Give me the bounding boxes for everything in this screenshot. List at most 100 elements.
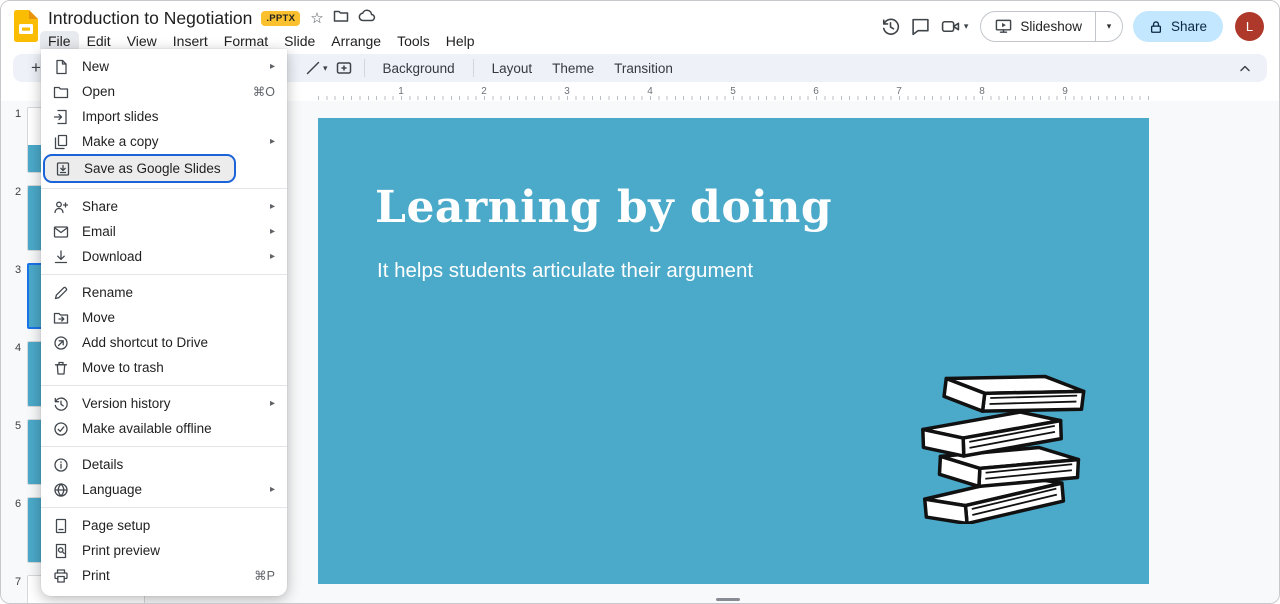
insert-placeholder-icon[interactable] [332,56,356,80]
trash-icon [52,359,70,376]
slideshow-label: Slideshow [1020,19,1082,34]
slide-number: 1 [1,107,27,173]
submenu-arrow-icon: ▸ [270,398,275,409]
menu-item-new[interactable]: New ▸ [41,54,287,79]
transition-button[interactable]: Transition [604,58,683,79]
menu-item-move[interactable]: Move [41,305,287,330]
slide-title-textbox[interactable]: Learning by doing [375,182,832,233]
new-document-icon [52,58,70,75]
share-person-icon [52,198,70,215]
menu-item-print-preview[interactable]: Print preview [41,538,287,563]
language-globe-icon [52,481,70,498]
slide-number: 3 [1,263,27,329]
toolbar-separator [364,59,365,77]
menu-item-import-slides[interactable]: Import slides [41,104,287,129]
offline-check-icon [52,420,70,437]
open-folder-icon [52,83,70,100]
menu-item-language[interactable]: Language ▸ [41,477,287,502]
cloud-status-icon[interactable] [358,7,376,30]
document-title[interactable]: Introduction to Negotiation [48,8,252,29]
menu-item-details[interactable]: Details [41,452,287,477]
move-folder-icon[interactable] [333,8,349,29]
import-slides-icon [52,108,70,125]
file-menu-group-6: Page setup Print preview Print ⌘P [41,507,287,593]
ruler-number: 4 [647,86,653,97]
app-header: Introduction to Negotiation .PPTX ☆ File… [1,1,1279,51]
submenu-arrow-icon: ▸ [270,136,275,147]
pptx-badge: .PPTX [261,11,300,26]
line-tool-caret-icon[interactable]: ▾ [323,63,328,74]
layout-button[interactable]: Layout [482,58,543,79]
ruler-number: 9 [1062,86,1068,97]
line-tool-icon[interactable] [301,56,325,80]
save-as-google-slides-icon [54,160,72,177]
menu-item-email[interactable]: Email ▸ [41,219,287,244]
background-button[interactable]: Background [373,58,465,79]
menu-item-rename[interactable]: Rename [41,280,287,305]
menu-item-make-a-copy[interactable]: Make a copy ▸ [41,129,287,154]
slideshow-caret-icon[interactable]: ▾ [1095,12,1122,41]
menu-item-download[interactable]: Download ▸ [41,244,287,269]
menu-item-move-to-trash[interactable]: Move to trash [41,355,287,380]
submenu-arrow-icon: ▸ [270,484,275,495]
slide-number: 2 [1,185,27,251]
google-slides-app: Introduction to Negotiation .PPTX ☆ File… [0,0,1280,604]
slide-subtitle-textbox[interactable]: It helps students articulate their argum… [377,259,753,283]
share-label: Share [1171,19,1207,34]
version-history-icon[interactable] [876,12,906,42]
file-menu-dropdown: New ▸ Open ⌘O Import slides Make a copy … [41,49,287,596]
print-preview-icon [52,542,70,559]
ruler-number: 6 [813,86,819,97]
toolbar-separator [473,59,474,77]
email-icon [52,223,70,240]
meet-camera-icon[interactable] [936,12,966,42]
shortcut-label: ⌘O [253,84,275,99]
ruler-number: 7 [896,86,902,97]
menu-item-version-history[interactable]: Version history ▸ [41,391,287,416]
menu-item-print[interactable]: Print ⌘P [41,563,287,588]
menu-item-make-available-offline[interactable]: Make available offline [41,416,287,441]
menu-item-save-as-google-slides[interactable]: Save as Google Slides [43,154,236,183]
menu-item-add-shortcut-to-drive[interactable]: Add shortcut to Drive [41,330,287,355]
menu-item-share[interactable]: Share ▸ [41,194,287,219]
rename-pencil-icon [52,284,70,301]
menu-tools[interactable]: Tools [389,31,438,52]
slideshow-button[interactable]: Slideshow [981,12,1095,41]
account-avatar[interactable]: L [1235,12,1264,41]
slides-logo[interactable] [14,10,38,47]
submenu-arrow-icon: ▸ [270,201,275,212]
horizontal-ruler: 1 2 3 4 5 6 7 8 9 [161,86,1265,101]
slide-number: 5 [1,419,27,485]
info-icon [52,456,70,473]
horizontal-scrollbar[interactable] [716,598,740,601]
slide-canvas[interactable]: Learning by doing It helps students arti… [318,118,1149,584]
menu-item-page-setup[interactable]: Page setup [41,513,287,538]
slideshow-split-button: Slideshow ▾ [980,11,1123,42]
drive-shortcut-icon [52,334,70,351]
ruler-number: 3 [564,86,570,97]
comments-icon[interactable] [906,12,936,42]
page-setup-icon [52,517,70,534]
submenu-arrow-icon: ▸ [270,251,275,262]
ruler-number: 8 [979,86,985,97]
meet-caret-icon[interactable]: ▾ [964,21,969,32]
submenu-arrow-icon: ▸ [270,226,275,237]
shortcut-label: ⌘P [254,568,275,583]
menu-help[interactable]: Help [438,31,483,52]
menu-arrange[interactable]: Arrange [323,31,389,52]
collapse-toolbar-icon[interactable] [1233,56,1257,80]
books-illustration[interactable] [915,361,1093,524]
ruler-number: 5 [730,86,736,97]
menu-item-open[interactable]: Open ⌘O [41,79,287,104]
share-button[interactable]: Share [1133,11,1223,42]
file-menu-group-3: Rename Move Add shortcut to Drive Move t… [41,274,287,385]
copy-icon [52,133,70,150]
slide-number: 7 [1,575,27,604]
star-icon[interactable]: ☆ [310,11,323,26]
slide-number: 4 [1,341,27,407]
version-history-icon [52,395,70,412]
slide-number: 6 [1,497,27,563]
ruler-number: 1 [398,86,404,97]
theme-button[interactable]: Theme [542,58,604,79]
header-actions: ▾ Slideshow ▾ Share L [876,1,1279,42]
